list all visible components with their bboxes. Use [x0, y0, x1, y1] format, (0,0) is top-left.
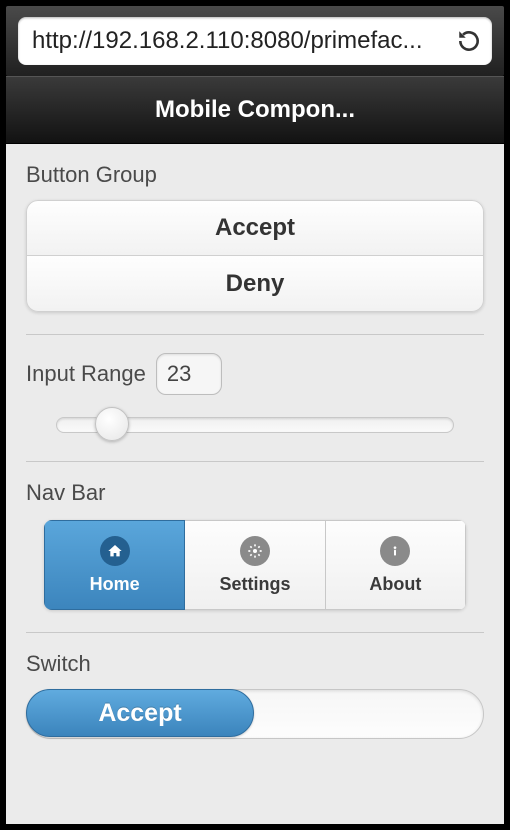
- deny-button[interactable]: Deny: [26, 256, 484, 312]
- nav-item-about[interactable]: About: [326, 520, 466, 610]
- accept-button[interactable]: Accept: [26, 200, 484, 256]
- switch-label: Switch: [26, 651, 484, 677]
- navbar: Home Settings About: [44, 520, 466, 610]
- divider: [26, 461, 484, 462]
- nav-item-settings[interactable]: Settings: [185, 520, 325, 610]
- input-range-label: Input Range: [26, 361, 146, 387]
- url-bar[interactable]: http://192.168.2.110:8080/primefac...: [18, 17, 492, 65]
- url-text[interactable]: http://192.168.2.110:8080/primefac...: [32, 27, 456, 55]
- nav-item-label: About: [369, 574, 421, 595]
- divider: [26, 334, 484, 335]
- slider-thumb[interactable]: [95, 407, 129, 441]
- device-frame: http://192.168.2.110:8080/primefac... Mo…: [0, 0, 510, 830]
- deny-button-label: Deny: [226, 270, 285, 298]
- nav-item-label: Home: [90, 574, 140, 595]
- switch-toggle[interactable]: Accept: [26, 689, 484, 739]
- browser-chrome: http://192.168.2.110:8080/primefac...: [6, 6, 504, 76]
- nav-item-home[interactable]: Home: [44, 520, 185, 610]
- button-group: Accept Deny: [26, 200, 484, 312]
- divider: [26, 632, 484, 633]
- reload-icon[interactable]: [456, 28, 482, 54]
- accept-button-label: Accept: [215, 214, 295, 242]
- gear-icon: [240, 536, 270, 566]
- home-icon: [100, 536, 130, 566]
- switch-off-side: [253, 690, 483, 738]
- nav-item-label: Settings: [219, 574, 290, 595]
- button-group-label: Button Group: [26, 162, 484, 188]
- content-area: Button Group Accept Deny Input Range Nav…: [6, 144, 504, 824]
- range-value-input[interactable]: [156, 353, 222, 395]
- page-title: Mobile Compon...: [155, 96, 355, 124]
- input-range-row: Input Range: [26, 353, 484, 395]
- switch-on-side: Accept: [26, 689, 254, 737]
- range-slider[interactable]: [56, 409, 454, 439]
- navbar-label: Nav Bar: [26, 480, 484, 506]
- switch-on-label: Accept: [98, 699, 181, 728]
- page-title-bar: Mobile Compon...: [6, 76, 504, 144]
- info-icon: [380, 536, 410, 566]
